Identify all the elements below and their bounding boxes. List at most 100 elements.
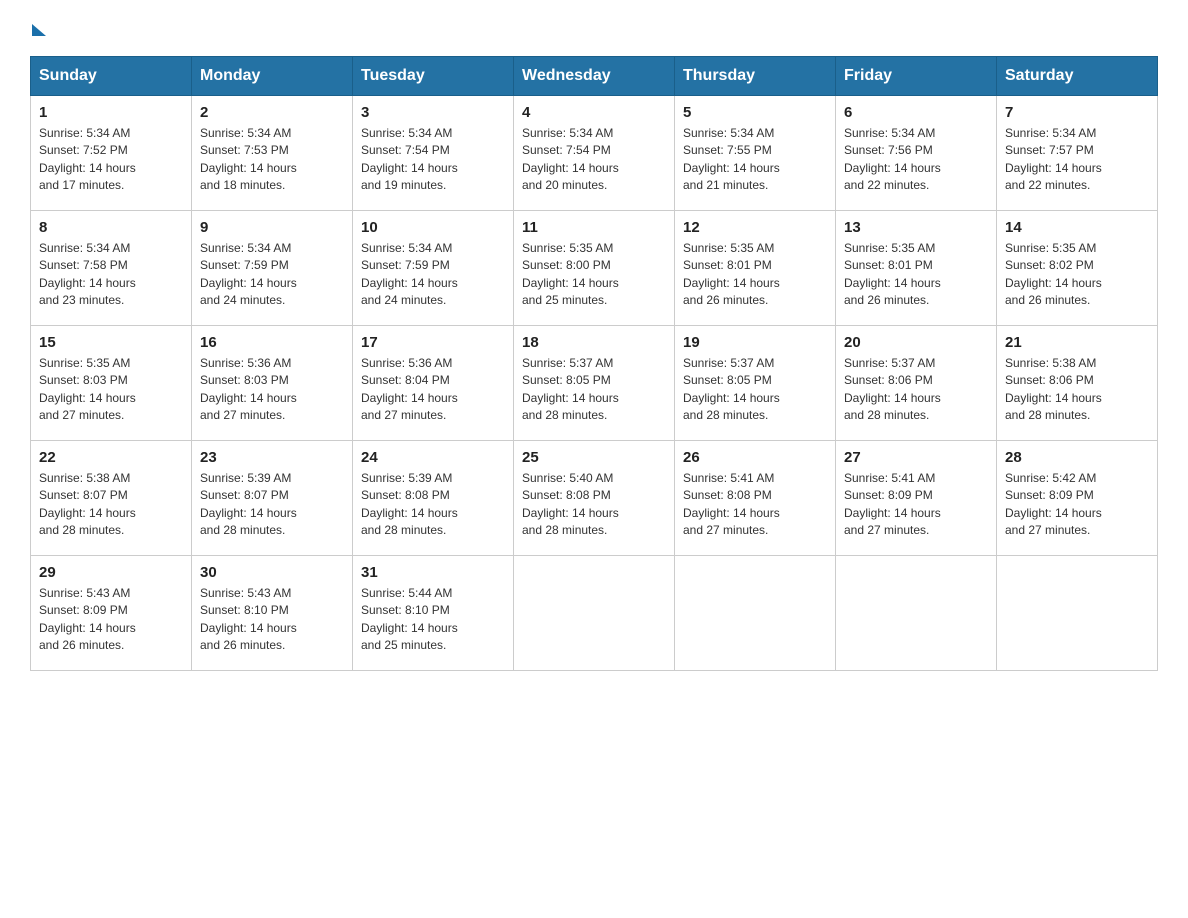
calendar-cell: 25 Sunrise: 5:40 AMSunset: 8:08 PMDaylig… xyxy=(514,441,675,556)
day-number: 23 xyxy=(200,449,344,466)
col-header-thursday: Thursday xyxy=(675,57,836,96)
calendar-cell xyxy=(997,556,1158,671)
day-number: 3 xyxy=(361,104,505,121)
day-number: 12 xyxy=(683,219,827,236)
page-header xyxy=(30,20,1158,38)
calendar-cell: 7 Sunrise: 5:34 AMSunset: 7:57 PMDayligh… xyxy=(997,96,1158,211)
day-info: Sunrise: 5:39 AMSunset: 8:07 PMDaylight:… xyxy=(200,470,344,540)
day-number: 29 xyxy=(39,564,183,581)
calendar-cell: 26 Sunrise: 5:41 AMSunset: 8:08 PMDaylig… xyxy=(675,441,836,556)
calendar-cell: 10 Sunrise: 5:34 AMSunset: 7:59 PMDaylig… xyxy=(353,211,514,326)
calendar-cell: 23 Sunrise: 5:39 AMSunset: 8:07 PMDaylig… xyxy=(192,441,353,556)
day-number: 11 xyxy=(522,219,666,236)
day-number: 16 xyxy=(200,334,344,351)
col-header-saturday: Saturday xyxy=(997,57,1158,96)
calendar-cell: 28 Sunrise: 5:42 AMSunset: 8:09 PMDaylig… xyxy=(997,441,1158,556)
day-info: Sunrise: 5:34 AMSunset: 7:53 PMDaylight:… xyxy=(200,125,344,195)
col-header-wednesday: Wednesday xyxy=(514,57,675,96)
day-number: 4 xyxy=(522,104,666,121)
day-info: Sunrise: 5:34 AMSunset: 7:59 PMDaylight:… xyxy=(200,240,344,310)
day-number: 26 xyxy=(683,449,827,466)
day-info: Sunrise: 5:42 AMSunset: 8:09 PMDaylight:… xyxy=(1005,470,1149,540)
day-number: 2 xyxy=(200,104,344,121)
calendar-cell: 11 Sunrise: 5:35 AMSunset: 8:00 PMDaylig… xyxy=(514,211,675,326)
day-info: Sunrise: 5:44 AMSunset: 8:10 PMDaylight:… xyxy=(361,585,505,655)
calendar-cell: 24 Sunrise: 5:39 AMSunset: 8:08 PMDaylig… xyxy=(353,441,514,556)
day-number: 28 xyxy=(1005,449,1149,466)
day-info: Sunrise: 5:41 AMSunset: 8:08 PMDaylight:… xyxy=(683,470,827,540)
col-header-friday: Friday xyxy=(836,57,997,96)
day-number: 8 xyxy=(39,219,183,236)
day-number: 31 xyxy=(361,564,505,581)
day-info: Sunrise: 5:34 AMSunset: 7:59 PMDaylight:… xyxy=(361,240,505,310)
day-info: Sunrise: 5:38 AMSunset: 8:07 PMDaylight:… xyxy=(39,470,183,540)
calendar-cell: 14 Sunrise: 5:35 AMSunset: 8:02 PMDaylig… xyxy=(997,211,1158,326)
calendar-week-1: 1 Sunrise: 5:34 AMSunset: 7:52 PMDayligh… xyxy=(31,96,1158,211)
calendar-cell: 12 Sunrise: 5:35 AMSunset: 8:01 PMDaylig… xyxy=(675,211,836,326)
day-info: Sunrise: 5:38 AMSunset: 8:06 PMDaylight:… xyxy=(1005,355,1149,425)
logo-arrow-shape xyxy=(32,24,46,36)
day-info: Sunrise: 5:34 AMSunset: 7:57 PMDaylight:… xyxy=(1005,125,1149,195)
day-number: 10 xyxy=(361,219,505,236)
day-info: Sunrise: 5:36 AMSunset: 8:04 PMDaylight:… xyxy=(361,355,505,425)
day-info: Sunrise: 5:36 AMSunset: 8:03 PMDaylight:… xyxy=(200,355,344,425)
calendar-header: SundayMondayTuesdayWednesdayThursdayFrid… xyxy=(31,57,1158,96)
day-info: Sunrise: 5:34 AMSunset: 7:52 PMDaylight:… xyxy=(39,125,183,195)
day-info: Sunrise: 5:35 AMSunset: 8:03 PMDaylight:… xyxy=(39,355,183,425)
day-info: Sunrise: 5:39 AMSunset: 8:08 PMDaylight:… xyxy=(361,470,505,540)
calendar-cell: 29 Sunrise: 5:43 AMSunset: 8:09 PMDaylig… xyxy=(31,556,192,671)
calendar-cell: 20 Sunrise: 5:37 AMSunset: 8:06 PMDaylig… xyxy=(836,326,997,441)
day-number: 18 xyxy=(522,334,666,351)
col-header-sunday: Sunday xyxy=(31,57,192,96)
calendar-cell: 15 Sunrise: 5:35 AMSunset: 8:03 PMDaylig… xyxy=(31,326,192,441)
day-number: 30 xyxy=(200,564,344,581)
calendar-cell: 6 Sunrise: 5:34 AMSunset: 7:56 PMDayligh… xyxy=(836,96,997,211)
calendar-cell: 16 Sunrise: 5:36 AMSunset: 8:03 PMDaylig… xyxy=(192,326,353,441)
calendar-cell: 27 Sunrise: 5:41 AMSunset: 8:09 PMDaylig… xyxy=(836,441,997,556)
calendar-cell: 17 Sunrise: 5:36 AMSunset: 8:04 PMDaylig… xyxy=(353,326,514,441)
day-info: Sunrise: 5:35 AMSunset: 8:01 PMDaylight:… xyxy=(683,240,827,310)
calendar-cell: 22 Sunrise: 5:38 AMSunset: 8:07 PMDaylig… xyxy=(31,441,192,556)
calendar-week-5: 29 Sunrise: 5:43 AMSunset: 8:09 PMDaylig… xyxy=(31,556,1158,671)
day-number: 19 xyxy=(683,334,827,351)
calendar-cell: 2 Sunrise: 5:34 AMSunset: 7:53 PMDayligh… xyxy=(192,96,353,211)
day-info: Sunrise: 5:34 AMSunset: 7:54 PMDaylight:… xyxy=(522,125,666,195)
day-info: Sunrise: 5:40 AMSunset: 8:08 PMDaylight:… xyxy=(522,470,666,540)
calendar-week-3: 15 Sunrise: 5:35 AMSunset: 8:03 PMDaylig… xyxy=(31,326,1158,441)
day-info: Sunrise: 5:34 AMSunset: 7:58 PMDaylight:… xyxy=(39,240,183,310)
calendar-cell: 31 Sunrise: 5:44 AMSunset: 8:10 PMDaylig… xyxy=(353,556,514,671)
calendar-cell: 3 Sunrise: 5:34 AMSunset: 7:54 PMDayligh… xyxy=(353,96,514,211)
day-info: Sunrise: 5:43 AMSunset: 8:10 PMDaylight:… xyxy=(200,585,344,655)
day-number: 27 xyxy=(844,449,988,466)
day-number: 24 xyxy=(361,449,505,466)
calendar-cell: 18 Sunrise: 5:37 AMSunset: 8:05 PMDaylig… xyxy=(514,326,675,441)
day-info: Sunrise: 5:34 AMSunset: 7:54 PMDaylight:… xyxy=(361,125,505,195)
day-number: 1 xyxy=(39,104,183,121)
day-info: Sunrise: 5:35 AMSunset: 8:00 PMDaylight:… xyxy=(522,240,666,310)
calendar-cell: 21 Sunrise: 5:38 AMSunset: 8:06 PMDaylig… xyxy=(997,326,1158,441)
calendar-week-2: 8 Sunrise: 5:34 AMSunset: 7:58 PMDayligh… xyxy=(31,211,1158,326)
calendar-week-4: 22 Sunrise: 5:38 AMSunset: 8:07 PMDaylig… xyxy=(31,441,1158,556)
calendar-cell: 4 Sunrise: 5:34 AMSunset: 7:54 PMDayligh… xyxy=(514,96,675,211)
calendar-cell: 19 Sunrise: 5:37 AMSunset: 8:05 PMDaylig… xyxy=(675,326,836,441)
col-header-monday: Monday xyxy=(192,57,353,96)
calendar-cell xyxy=(675,556,836,671)
day-info: Sunrise: 5:35 AMSunset: 8:02 PMDaylight:… xyxy=(1005,240,1149,310)
day-info: Sunrise: 5:37 AMSunset: 8:06 PMDaylight:… xyxy=(844,355,988,425)
day-number: 7 xyxy=(1005,104,1149,121)
calendar-cell xyxy=(836,556,997,671)
logo xyxy=(30,20,46,38)
calendar-cell: 30 Sunrise: 5:43 AMSunset: 8:10 PMDaylig… xyxy=(192,556,353,671)
day-info: Sunrise: 5:37 AMSunset: 8:05 PMDaylight:… xyxy=(683,355,827,425)
day-number: 22 xyxy=(39,449,183,466)
day-number: 14 xyxy=(1005,219,1149,236)
day-info: Sunrise: 5:43 AMSunset: 8:09 PMDaylight:… xyxy=(39,585,183,655)
calendar-cell: 9 Sunrise: 5:34 AMSunset: 7:59 PMDayligh… xyxy=(192,211,353,326)
day-number: 5 xyxy=(683,104,827,121)
day-number: 21 xyxy=(1005,334,1149,351)
day-number: 15 xyxy=(39,334,183,351)
col-header-tuesday: Tuesday xyxy=(353,57,514,96)
day-number: 6 xyxy=(844,104,988,121)
day-info: Sunrise: 5:34 AMSunset: 7:55 PMDaylight:… xyxy=(683,125,827,195)
calendar-cell: 13 Sunrise: 5:35 AMSunset: 8:01 PMDaylig… xyxy=(836,211,997,326)
